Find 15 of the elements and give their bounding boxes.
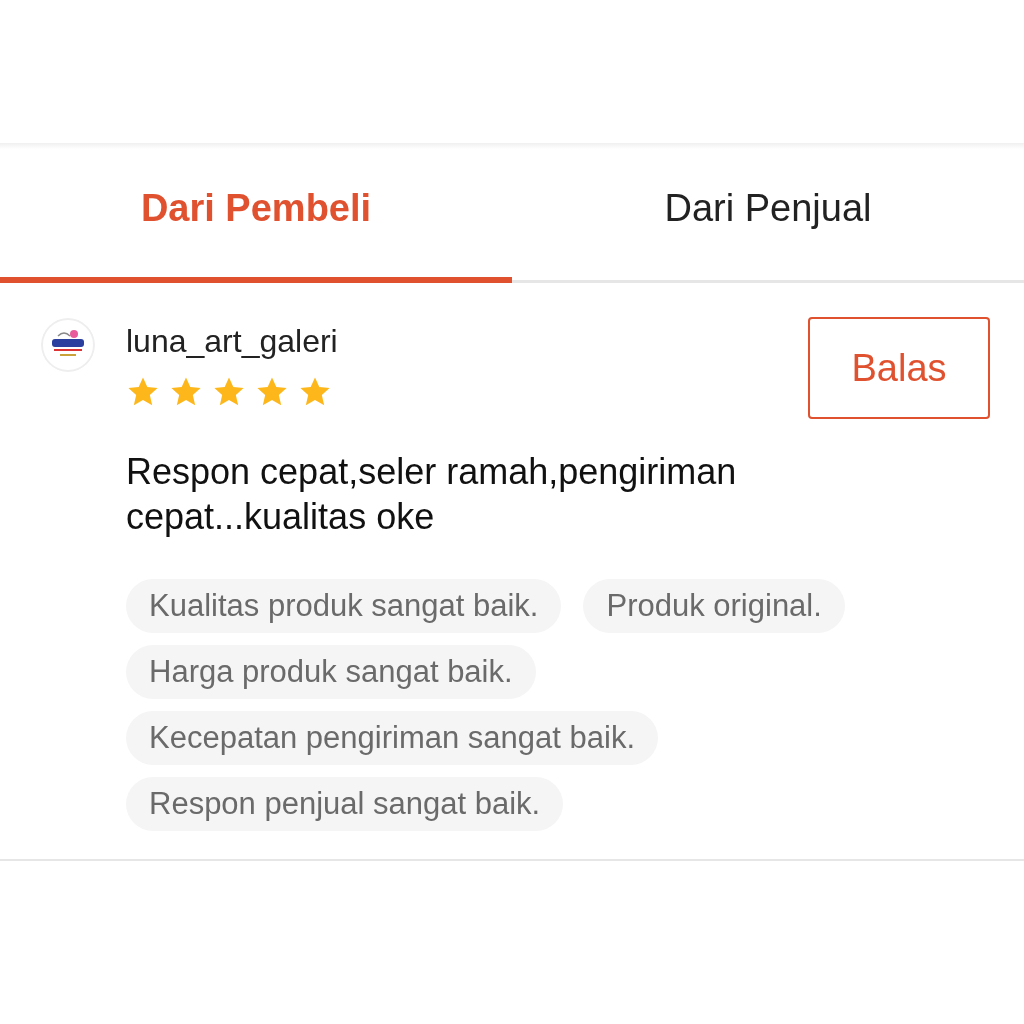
review-tag: Produk original. <box>583 579 845 633</box>
star-icon <box>212 376 246 408</box>
review-text: Respon cepat,seler ramah,pengiriman cepat...kualitas oke <box>126 450 738 539</box>
review-tag: Respon penjual sangat baik. <box>126 777 564 831</box>
tab[interactable]: Dari Pembeli <box>0 149 512 283</box>
star-icon <box>298 376 332 408</box>
review-tag: Harga produk sangat baik. <box>126 645 536 699</box>
reply-button[interactable]: Balas <box>808 317 990 419</box>
review-tag: Kecepatan pengiriman sangat baik. <box>126 711 658 765</box>
username: luna_art_galeri <box>126 323 338 360</box>
star-icon <box>126 376 160 408</box>
tab[interactable]: Dari Penjual <box>512 149 1024 283</box>
star-icon <box>169 376 203 408</box>
star-icon <box>255 376 289 408</box>
review-tag: Kualitas produk sangat baik. <box>126 579 562 633</box>
